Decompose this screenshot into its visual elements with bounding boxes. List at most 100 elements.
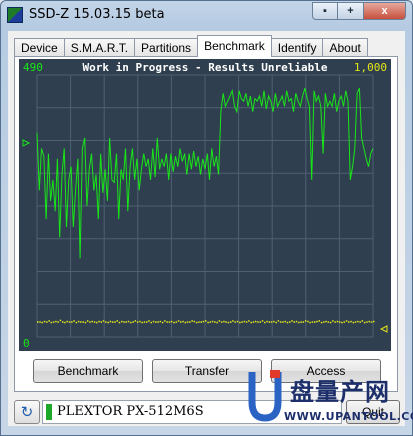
series-secondary-point (175, 321, 177, 323)
status-row: ↻ PLEXTOR PX-512M6S Quit (8, 397, 405, 425)
series-secondary-point (338, 321, 341, 323)
series-secondary-point (329, 321, 332, 324)
series-secondary-point (98, 320, 100, 323)
series-secondary-point (114, 321, 116, 323)
refresh-icon: ↻ (20, 404, 34, 421)
series-secondary-point (41, 321, 43, 324)
series-secondary-point (127, 320, 130, 323)
series-secondary-point (314, 321, 316, 323)
transfer-button[interactable]: Transfer (152, 359, 262, 383)
series-secondary-point (318, 320, 320, 322)
series-secondary-point (123, 321, 125, 323)
series-secondary-point (46, 321, 48, 323)
minimize-button[interactable]: ▪ (312, 2, 338, 20)
drive-selector[interactable]: PLEXTOR PX-512M6S (42, 400, 342, 424)
series-secondary-point (180, 321, 182, 323)
series-secondary-point (205, 320, 207, 322)
series-secondary-point (66, 320, 68, 323)
series-secondary-point (302, 321, 305, 323)
tab-device[interactable]: Device (14, 38, 65, 57)
series-secondary-point (68, 321, 71, 323)
client-area: Device S.M.A.R.T. Partitions Benchmark I… (8, 31, 405, 426)
series-secondary-point (227, 321, 230, 324)
series-secondary-point (304, 320, 307, 322)
series-secondary-point (186, 321, 189, 323)
series-secondary-point (166, 321, 168, 323)
series-secondary-point (164, 320, 166, 322)
series-secondary-point (189, 321, 191, 323)
series-secondary-point (209, 321, 211, 323)
series-secondary-point (348, 321, 350, 323)
series-secondary-point (159, 320, 162, 323)
series-secondary-point (48, 320, 50, 322)
series-secondary-point (121, 320, 123, 323)
series-secondary-point (295, 320, 298, 323)
series-secondary-point (261, 320, 264, 322)
series-secondary-point (125, 321, 127, 323)
series-secondary-point (216, 321, 218, 324)
series-secondary-point (266, 320, 268, 323)
benchmark-button-row: Benchmark Transfer Access (33, 359, 383, 383)
series-secondary-point (109, 320, 112, 323)
series-secondary-point (214, 321, 216, 323)
series-secondary-point (82, 321, 84, 323)
quit-button[interactable]: Quit (346, 400, 400, 424)
series-secondary-point (168, 321, 171, 323)
app-icon (7, 7, 23, 23)
access-button[interactable]: Access (271, 359, 381, 383)
series-secondary-point (64, 321, 66, 324)
series-secondary-point (352, 321, 355, 324)
series-secondary-point (198, 321, 200, 323)
maximize-button[interactable]: + (338, 2, 364, 20)
series-secondary-point (55, 320, 57, 323)
series-secondary-point (75, 321, 78, 324)
series-secondary-point (184, 321, 187, 324)
series-secondary-point (150, 321, 152, 324)
series-secondary-point (341, 321, 343, 324)
series-secondary-point (232, 320, 234, 322)
series-secondary-point (370, 321, 373, 323)
refresh-button[interactable]: ↻ (14, 400, 40, 424)
series-secondary-point (211, 320, 214, 323)
series-secondary-point (332, 320, 334, 322)
drive-status-led (46, 404, 52, 420)
series-secondary-point (284, 320, 286, 323)
benchmark-button[interactable]: Benchmark (33, 359, 143, 383)
app-window: SSD-Z 15.03.15 beta ▪ + x Device S.M.A.R… (0, 0, 413, 436)
title-bar[interactable]: SSD-Z 15.03.15 beta ▪ + x (1, 1, 412, 31)
series-secondary-point (111, 321, 114, 323)
tab-benchmark[interactable]: Benchmark (197, 35, 272, 57)
series-secondary-point (170, 320, 173, 323)
series-secondary-point (86, 320, 89, 322)
series-secondary-point (59, 319, 62, 322)
series-secondary-point (182, 320, 184, 323)
tab-partitions[interactable]: Partitions (134, 38, 199, 57)
series-secondary-point (325, 320, 327, 323)
series-secondary-point (239, 321, 241, 324)
close-button[interactable]: x (364, 2, 406, 20)
tab-strip: Device S.M.A.R.T. Partitions Benchmark I… (14, 35, 368, 57)
series-secondary-point (43, 320, 46, 323)
series-secondary-point (62, 321, 64, 323)
series-secondary-point (80, 321, 82, 323)
series-secondary-point (134, 320, 137, 322)
series-secondary-point (177, 320, 180, 322)
series-secondary-point (195, 321, 198, 324)
series-secondary-point (245, 321, 248, 323)
series-secondary-point (291, 320, 293, 322)
series-secondary-point (71, 321, 73, 323)
series-secondary-point (118, 321, 121, 324)
series-secondary-point (241, 321, 243, 323)
tab-identify[interactable]: Identify (270, 38, 324, 57)
left-axis-min-label: 0 (23, 337, 30, 350)
series-secondary-point (225, 321, 227, 323)
series-secondary-point (191, 320, 193, 322)
series-secondary-point (57, 321, 59, 323)
tab-smart[interactable]: S.M.A.R.T. (63, 38, 136, 57)
tab-about[interactable]: About (322, 38, 368, 57)
series-secondary-point (289, 321, 291, 323)
series-secondary-point (91, 320, 93, 323)
series-secondary-point (350, 320, 352, 323)
window-title: SSD-Z 15.03.15 beta (29, 7, 165, 22)
series-secondary-point (37, 321, 39, 323)
